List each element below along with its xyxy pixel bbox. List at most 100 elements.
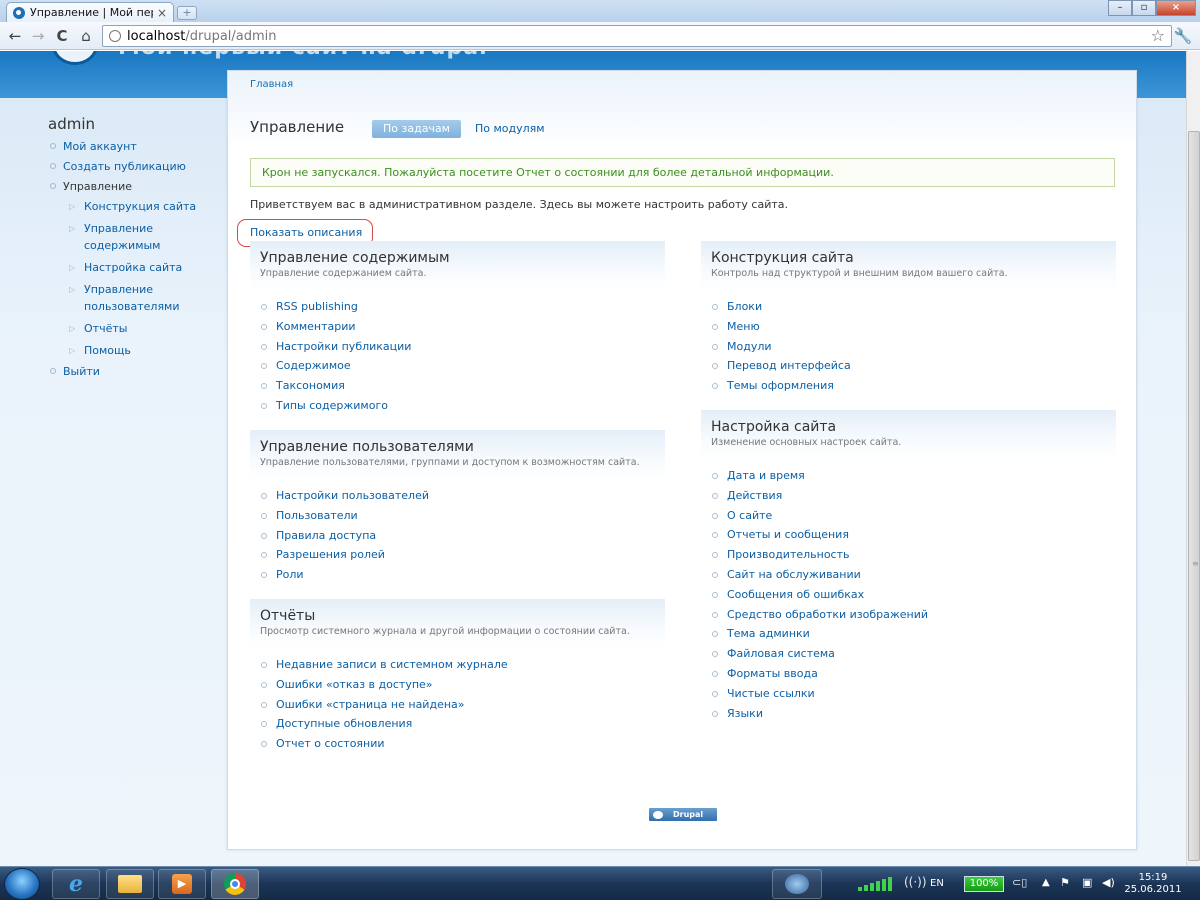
power-plug-icon[interactable]: ⊂▯ — [1012, 876, 1027, 889]
link-image-toolkit[interactable]: Средство обработки изображений — [701, 605, 1116, 625]
link-recent-log[interactable]: Недавние записи в системном журнале — [250, 655, 665, 675]
link-page-not-found-errors[interactable]: Ошибки «страница не найдена» — [250, 695, 665, 715]
link-modules[interactable]: Модули — [701, 337, 1116, 357]
block-links: Настройки пользователей Пользователи Пра… — [250, 486, 665, 585]
link-post-settings[interactable]: Настройки публикации — [250, 337, 665, 357]
breadcrumb[interactable]: Главная — [250, 79, 293, 90]
main-content: Главная Управление По задачам По модулям… — [227, 70, 1137, 850]
link-logging-alerts[interactable]: Отчеты и сообщения — [701, 525, 1116, 545]
block-description: Контроль над структурой и внешним видом … — [711, 268, 1008, 279]
address-bar[interactable]: localhost/drupal/admin ☆ — [102, 25, 1172, 47]
sidebar-submenu: Конструкция сайта Управление содержимым … — [63, 198, 228, 359]
sidebar-item-label: Управление — [63, 180, 133, 193]
show-hidden-icons-icon[interactable]: ▲ — [1042, 877, 1050, 888]
reload-icon[interactable]: C — [51, 25, 73, 47]
home-icon[interactable]: ⌂ — [75, 25, 97, 47]
link-menus[interactable]: Меню — [701, 317, 1116, 337]
link-input-formats[interactable]: Форматы ввода — [701, 664, 1116, 684]
link-admin-theme[interactable]: Тема админки — [701, 624, 1116, 644]
link-status-report[interactable]: Отчет о состоянии — [250, 734, 665, 754]
taskbar-media-player[interactable]: ▶ — [158, 869, 206, 899]
taskbar-chrome[interactable] — [211, 869, 259, 899]
back-icon[interactable]: ← — [4, 25, 26, 47]
link-rss-publishing[interactable]: RSS publishing — [250, 297, 665, 317]
block-content-management: Управление содержимым Управление содержа… — [250, 241, 665, 416]
scrollbar-thumb[interactable]: ≡ — [1188, 131, 1200, 861]
link-access-denied-errors[interactable]: Ошибки «отказ в доступе» — [250, 675, 665, 695]
tab-by-module[interactable]: По модулям — [464, 120, 556, 138]
link-blocks[interactable]: Блоки — [701, 297, 1116, 317]
clock-date: 25.06.2011 — [1124, 884, 1182, 895]
link-themes[interactable]: Темы оформления — [701, 376, 1116, 396]
drupal-logo-icon[interactable] — [52, 51, 98, 65]
link-comments[interactable]: Комментарии — [250, 317, 665, 337]
block-description: Управление содержанием сайта. — [260, 268, 427, 279]
link-site-information[interactable]: О сайте — [701, 506, 1116, 526]
display-icon[interactable]: ▣ — [1082, 876, 1092, 889]
clock-time: 15:19 — [1138, 872, 1168, 883]
signal-strength-icon[interactable] — [858, 877, 892, 891]
page-title: Управление — [250, 118, 345, 136]
windows-taskbar: e ▶ ((·)) EN 100% ⊂▯ ▲ ⚑ ▣ ◀) 15:19 25.0… — [0, 866, 1200, 900]
sidebar-menu: Мой аккаунт Создать публикацию Управлени… — [48, 139, 228, 379]
sidebar-item-site-building[interactable]: Конструкция сайта — [63, 198, 228, 215]
window-controls: – ▫ × — [1108, 0, 1196, 16]
taskbar-clock[interactable]: 15:19 25.06.2011 — [1122, 872, 1184, 896]
link-user-settings[interactable]: Настройки пользователей — [250, 486, 665, 506]
drupal-favicon-icon — [13, 6, 25, 19]
taskbar-explorer[interactable] — [106, 869, 154, 899]
site-name[interactable]: Мой первый сайт на drupal — [118, 51, 488, 60]
tab-close-icon[interactable]: × — [157, 7, 167, 19]
link-site-maintenance[interactable]: Сайт на обслуживании — [701, 565, 1116, 585]
block-links: Дата и время Действия О сайте Отчеты и с… — [701, 466, 1116, 723]
powered-by-drupal-badge[interactable]: Drupal — [649, 808, 717, 821]
link-taxonomy[interactable]: Таксономия — [250, 376, 665, 396]
link-file-system[interactable]: Файловая система — [701, 644, 1116, 664]
close-window-button[interactable]: × — [1156, 0, 1196, 16]
link-date-time[interactable]: Дата и время — [701, 466, 1116, 486]
action-center-flag-icon[interactable]: ⚑ — [1060, 876, 1070, 889]
start-button[interactable] — [4, 868, 40, 900]
sidebar-item-site-configuration[interactable]: Настройка сайта — [63, 259, 228, 276]
browser-tab[interactable]: Управление | Мой первый × — [6, 2, 174, 22]
link-actions[interactable]: Действия — [701, 486, 1116, 506]
block-title: Настройка сайта — [711, 419, 837, 435]
link-content[interactable]: Содержимое — [250, 356, 665, 376]
new-tab-button[interactable]: + — [177, 6, 197, 20]
minimize-button[interactable]: – — [1108, 0, 1132, 16]
link-translate-interface[interactable]: Перевод интерфейса — [701, 356, 1116, 376]
battery-indicator[interactable]: 100% — [964, 876, 1004, 892]
link-roles[interactable]: Роли — [250, 565, 665, 585]
sidebar-item-reports[interactable]: Отчёты — [63, 320, 228, 337]
link-access-rules[interactable]: Правила доступа — [250, 526, 665, 546]
taskbar-ie[interactable]: e — [52, 869, 100, 899]
sidebar-item-content-management[interactable]: Управление содержимым — [63, 220, 228, 254]
sidebar-item-administer[interactable]: Управление Конструкция сайта Управление … — [48, 179, 228, 359]
sidebar-item-help[interactable]: Помощь — [63, 342, 228, 359]
block-title: Управление пользователями — [260, 439, 474, 455]
wrench-menu-icon[interactable]: 🔧 — [1172, 25, 1194, 47]
link-content-types[interactable]: Типы содержимого — [250, 396, 665, 416]
taskbar-network-app[interactable] — [772, 869, 822, 899]
block-reports: Отчёты Просмотр системного журнала и дру… — [250, 599, 665, 754]
link-error-reporting[interactable]: Сообщения об ошибках — [701, 585, 1116, 605]
sidebar-item-my-account[interactable]: Мой аккаунт — [48, 139, 228, 154]
link-available-updates[interactable]: Доступные обновления — [250, 714, 665, 734]
link-permissions[interactable]: Разрешения ролей — [250, 545, 665, 565]
forward-icon[interactable]: → — [27, 25, 49, 47]
link-users[interactable]: Пользователи — [250, 506, 665, 526]
page-scrollbar[interactable]: ≡ — [1186, 51, 1200, 866]
language-indicator[interactable]: EN — [930, 878, 944, 889]
sidebar-item-logout[interactable]: Выйти — [48, 364, 228, 379]
wifi-icon[interactable]: ((·)) — [904, 875, 927, 889]
sidebar-item-create-content[interactable]: Создать публикацию — [48, 159, 228, 174]
link-performance[interactable]: Производительность — [701, 545, 1116, 565]
sidebar-item-user-management[interactable]: Управление пользователями — [63, 281, 228, 315]
link-clean-urls[interactable]: Чистые ссылки — [701, 684, 1116, 704]
maximize-button[interactable]: ▫ — [1132, 0, 1156, 16]
link-languages[interactable]: Языки — [701, 704, 1116, 724]
block-site-building: Конструкция сайта Контроль над структуро… — [701, 241, 1116, 396]
volume-icon[interactable]: ◀) — [1102, 876, 1115, 889]
bookmark-star-icon[interactable]: ☆ — [1151, 26, 1165, 46]
tab-by-task[interactable]: По задачам — [372, 120, 461, 138]
